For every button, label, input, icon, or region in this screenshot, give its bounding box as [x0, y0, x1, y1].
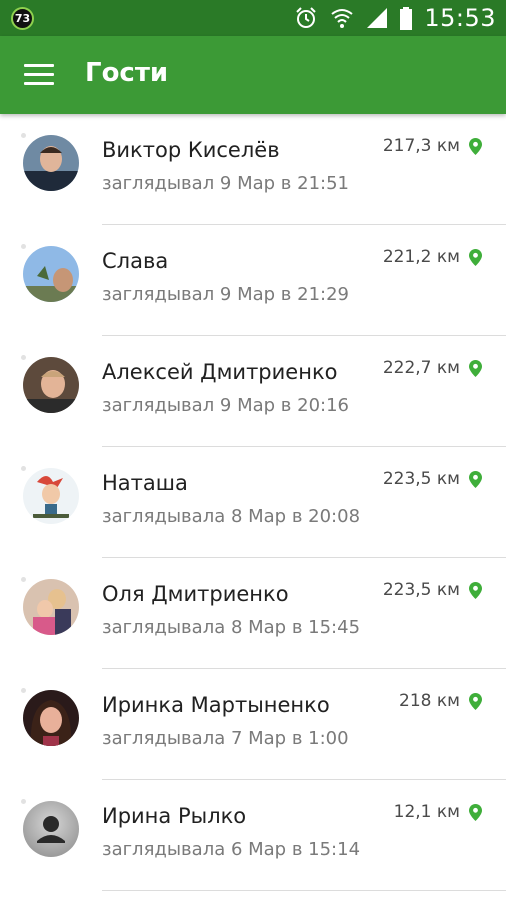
wifi-icon: [330, 6, 354, 30]
guest-name: Ирина Рылко: [102, 804, 247, 828]
guest-name: Виктор Киселёв: [102, 138, 280, 162]
avatar[interactable]: [23, 690, 79, 746]
guest-name: Наташа: [102, 471, 188, 495]
hamburger-menu-icon[interactable]: [24, 64, 54, 86]
visit-time: заглядывала 7 Мар в 1:00: [102, 728, 349, 749]
avatar[interactable]: [23, 468, 79, 524]
distance: 221,2 км: [382, 247, 460, 267]
page-title: Гости: [85, 58, 169, 88]
app-bar: Гости: [0, 36, 506, 114]
status-dot: [21, 244, 26, 249]
alarm-icon: [294, 6, 318, 30]
list-item[interactable]: Иринка Мартыненко заглядывала 7 Мар в 1:…: [0, 669, 506, 780]
status-dot: [21, 355, 26, 360]
distance: 223,5 км: [382, 580, 460, 600]
divider: [102, 890, 506, 891]
notification-count: 73: [11, 7, 34, 30]
status-dot: [21, 799, 26, 804]
guest-list: Виктор Киселёв заглядывал 9 Мар в 21:51 …: [0, 114, 506, 891]
guest-name: Алексей Дмитриенко: [102, 360, 338, 384]
status-dot: [21, 577, 26, 582]
status-dot: [21, 688, 26, 693]
battery-icon: [400, 6, 413, 30]
list-item[interactable]: Виктор Киселёв заглядывал 9 Мар в 21:51 …: [0, 114, 506, 225]
avatar[interactable]: [23, 246, 79, 302]
location-pin-icon: [469, 692, 482, 710]
visit-time: заглядывала 8 Мар в 15:45: [102, 617, 361, 638]
default-avatar-icon[interactable]: [23, 801, 79, 857]
distance: 222,7 км: [382, 358, 460, 378]
guest-name: Иринка Мартыненко: [102, 693, 330, 717]
avatar[interactable]: [23, 579, 79, 635]
list-item[interactable]: Наташа заглядывала 8 Мар в 20:08 223,5 к…: [0, 447, 506, 558]
list-item[interactable]: Оля Дмитриенко заглядывала 8 Мар в 15:45…: [0, 558, 506, 669]
location-pin-icon: [469, 470, 482, 488]
location-pin-icon: [469, 137, 482, 155]
status-bar: 73 15:53: [0, 0, 506, 36]
location-pin-icon: [469, 248, 482, 266]
location-pin-icon: [469, 581, 482, 599]
distance: 217,3 км: [382, 136, 460, 156]
visit-time: заглядывала 6 Мар в 15:14: [102, 839, 361, 860]
guest-name: Слава: [102, 249, 169, 273]
list-item[interactable]: Алексей Дмитриенко заглядывал 9 Мар в 20…: [0, 336, 506, 447]
status-dot: [21, 133, 26, 138]
list-item[interactable]: Ирина Рылко заглядывала 6 Мар в 15:14 12…: [0, 780, 506, 891]
location-pin-icon: [469, 359, 482, 377]
signal-icon: [366, 7, 388, 29]
distance: 12,1 км: [393, 802, 460, 822]
visit-time: заглядывала 8 Мар в 20:08: [102, 506, 361, 527]
clock: 15:53: [424, 4, 496, 32]
visit-time: заглядывал 9 Мар в 21:51: [102, 173, 349, 194]
visit-time: заглядывал 9 Мар в 20:16: [102, 395, 349, 416]
notification-badge: 73: [11, 7, 34, 30]
status-dot: [21, 466, 26, 471]
location-pin-icon: [469, 803, 482, 821]
distance: 223,5 км: [382, 469, 460, 489]
list-item[interactable]: Слава заглядывал 9 Мар в 21:29 221,2 км: [0, 225, 506, 336]
distance: 218 км: [399, 691, 460, 711]
visit-time: заглядывал 9 Мар в 21:29: [102, 284, 349, 305]
guest-name: Оля Дмитриенко: [102, 582, 289, 606]
avatar[interactable]: [23, 357, 79, 413]
avatar[interactable]: [23, 135, 79, 191]
